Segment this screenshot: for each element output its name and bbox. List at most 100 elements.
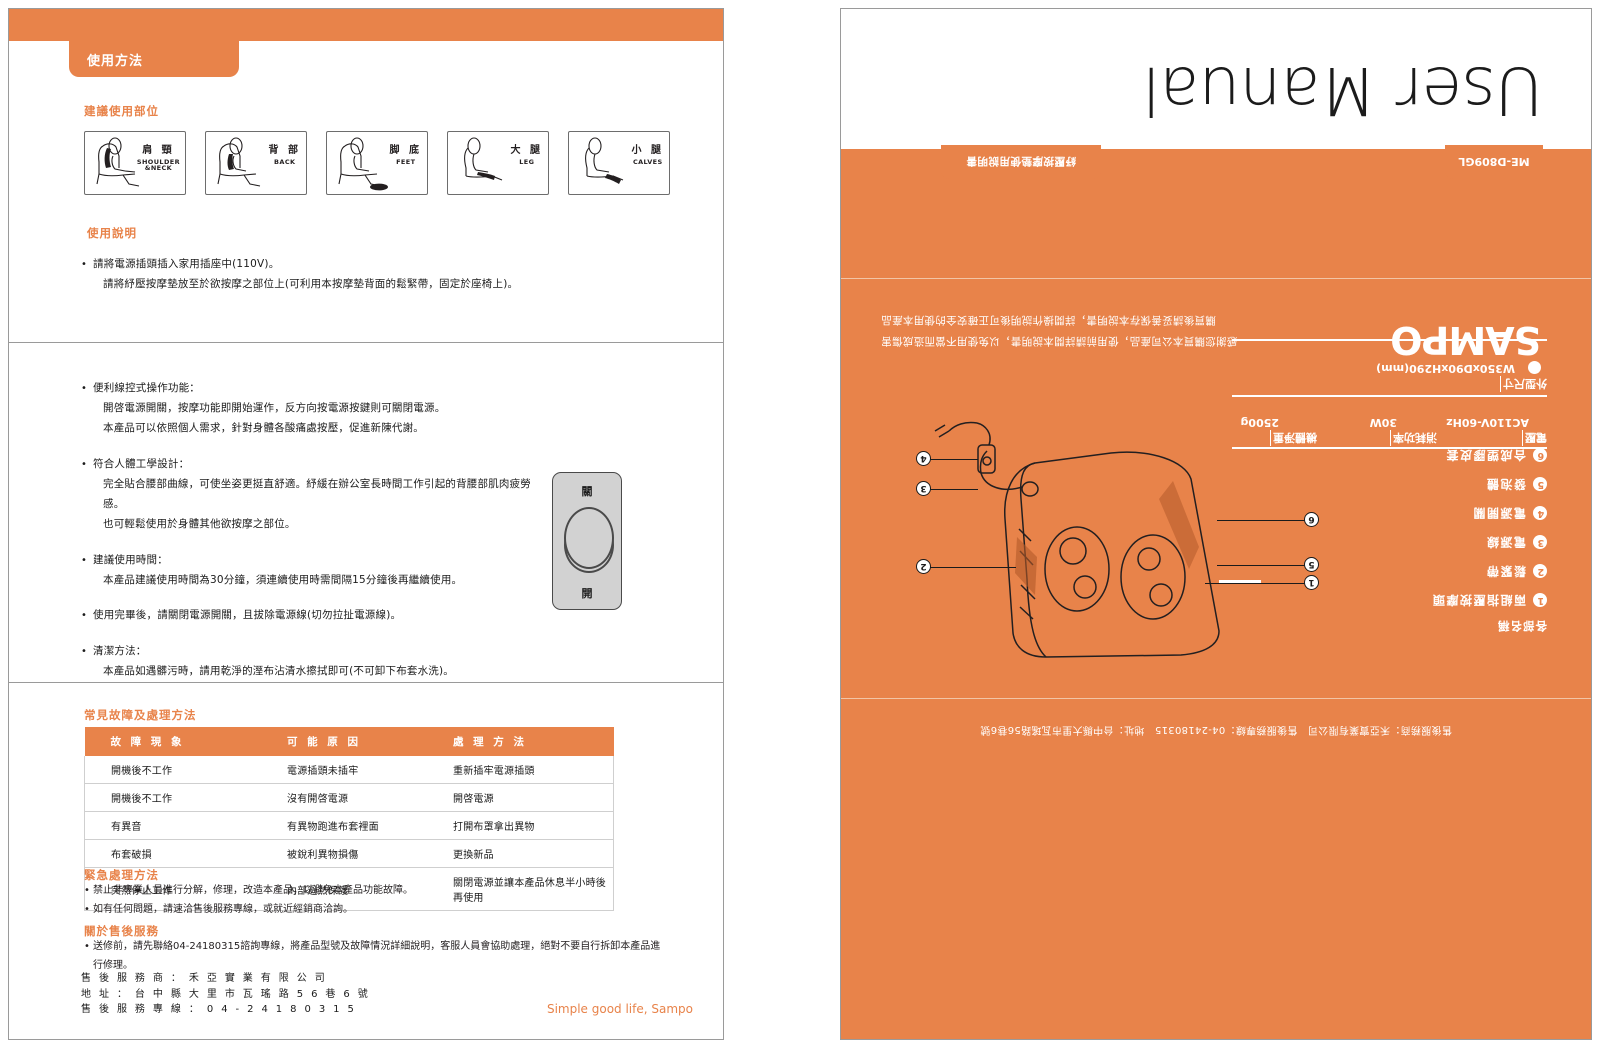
troubleshooting-heading: 常見故障及處理方法 (84, 708, 197, 722)
dimension-label-row: 外型尺寸 (1227, 375, 1547, 393)
parts-list-number: 1 (1533, 593, 1547, 608)
troubleshooting-section: 常見故障及處理方法 故 障 現 象 可 能 原 因 處 理 方 法 開機後不工作… (9, 682, 723, 1040)
callout-3: 3 (916, 481, 931, 496)
cover-notice-line: 感謝您購買本公司產品，使用前請詳閱本說明書，以免使用不當而造成傷害 (881, 335, 1238, 347)
feature-line: 完全貼合腰部曲線，可使坐姿更挺直舒適。紓緩在辦公室長時間工作引起的背腰部肌肉疲勞… (103, 477, 531, 510)
feature-line: 本產品可以依照個人需求，針對身體各酸痛處按壓，促進新陳代謝。 (103, 421, 424, 434)
callout-5: 5 (1304, 557, 1319, 572)
service-hotline: 售 後 服 務 專 線 ： 0 4 - 2 4 1 8 0 3 1 5 (81, 1004, 357, 1015)
table-row: 開機後不工作 電源插頭未插牢 重新插牢電源插頭 (84, 756, 614, 784)
spec-value-voltage: AC110V-60Hz (1446, 416, 1529, 429)
spec-value-power: 30W (1369, 416, 1397, 429)
part-zh: 小 腿 (631, 145, 664, 156)
cell-symptom: 開機後不工作 (84, 756, 261, 784)
spec-rule-bottom (1232, 395, 1547, 397)
part-zh: 肩 頸 (142, 145, 175, 156)
feature-item-1: 符合人體工學設計： 完全貼合腰部曲線，可使坐姿更挺直舒適。紓緩在辦公室長時間工作… (81, 455, 541, 535)
cell-cause: 沒有開啓電源 (261, 783, 427, 812)
chair-leg-icon (464, 137, 503, 181)
hand-controller-illustration: 關 開 (552, 472, 622, 610)
spec-value-row: AC110V-60Hz 30W 2500g (1227, 409, 1547, 429)
parts-list-item: 5 發泡體 (1431, 476, 1547, 493)
parts-list-title: 各部名稱 (1497, 619, 1547, 633)
part-en: CALVES (632, 157, 663, 166)
feature-line: 開啓電源開關，按摩功能即開始運作，反方向按電源按鍵則可關閉電源。 (103, 401, 446, 414)
cell-cause: 被銳利異物損傷 (261, 839, 427, 868)
parts-list-number: 3 (1533, 535, 1547, 550)
usage-line-1: 請將電源插頭插入家用插座中(110V)。 (93, 258, 280, 270)
features-list: 便利線控式操作功能： 開啓電源開關，按摩功能即開始運作，反方向按電源按鍵則可關閉… (81, 379, 541, 682)
usage-instructions-block: 請將電源插頭插入家用插座中(110V)。 請將紓壓按摩墊放至於欲按摩之部位上(可… (81, 255, 681, 298)
model-number-tab: ME-D809GL (1445, 145, 1543, 179)
parts-list-number: 4 (1533, 506, 1547, 521)
feature-line: 本產品如遇髒污時，請用乾淨的溼布沾清水擦拭即可(不可卸下布套水洗)。 (103, 665, 454, 678)
callout-4: 4 (916, 451, 931, 466)
callout-line-1 (1205, 583, 1305, 584)
feature-title: 使用完畢後，請關閉電源開關，且拔除電源線(切勿拉扯電源線)。 (93, 609, 402, 622)
controller-knob[interactable] (564, 507, 614, 569)
left-page: 使用方法 建議使用部位 肩 頸 SHOULDER &NECK 背 部 BACK … (8, 8, 724, 1040)
parts-list-number: 5 (1533, 477, 1547, 492)
cell-symptom: 開機後不工作 (84, 783, 261, 812)
col-symptom: 故 障 現 象 (84, 727, 261, 756)
spec-label-weight: 機體淨重 (1270, 430, 1317, 446)
callout-line-5 (1217, 565, 1305, 566)
parts-list-number: 6 (1533, 448, 1547, 463)
parts-list-label: 鬆緊帶 (1485, 564, 1526, 578)
part-label-back: 背 部 BACK (269, 145, 301, 166)
recommended-areas-section: 建議使用部位 肩 頸 SHOULDER &NECK 背 部 BACK 脚 底 F… (9, 9, 723, 342)
chair-feet-icon (338, 137, 388, 191)
feature-line: 也可輕鬆使用於身體其他欲按摩之部位。 (103, 517, 296, 530)
spec-label-dimensions: 外型尺寸 (1500, 376, 1547, 392)
service-company: 售 後 服 務 商 ： 禾 亞 實 業 有 限 公 司 (81, 973, 328, 984)
col-solution: 處 理 方 法 (427, 727, 614, 756)
cell-symptom: 有異音 (84, 811, 261, 840)
table-row: 開機後不工作 沒有開啓電源 開啓電源 (84, 783, 614, 812)
emergency-line: 如有任何問題，請速洽售後服務專線，或就近經銷商洽詢。 (84, 900, 644, 919)
part-en: BACK (274, 157, 296, 166)
emergency-line: 禁止非專業人員進行分解，修理，改造本產品，以避免本產品功能故障。 (84, 881, 644, 900)
part-en: LEG (519, 157, 535, 166)
cell-solution: 開啓電源 (427, 783, 614, 812)
feature-item-0: 便利線控式操作功能： 開啓電源開關，按摩功能即開始運作，反方向按電源按鍵則可關閉… (81, 379, 541, 439)
parts-name-list: 各部名稱 1 兩組指壓按摩頭 2 鬆緊帶 3 電源線 4 電源開關 5 發泡體 (1431, 435, 1547, 634)
recommended-areas-icon-row: 肩 頸 SHOULDER &NECK 背 部 BACK 脚 底 FEET 大 腿… (84, 131, 670, 195)
part-zh: 脚 底 (389, 145, 422, 156)
part-zh: 大 腿 (510, 145, 543, 156)
feature-item-3: 使用完畢後，請關閉電源開關，且拔除電源線(切勿拉扯電源線)。 (81, 606, 541, 626)
after-sales-line: 送修前，請先聯絡04-24180315諮詢專線，將產品型號及故障情況詳細說明，客… (84, 937, 664, 975)
callout-line-6 (1217, 520, 1305, 521)
brand-slogan: Simple good life, Sampo (546, 1002, 693, 1016)
parts-list-label: 發泡體 (1485, 477, 1526, 491)
parts-list-item: 6 合成塑膠皮套 (1431, 447, 1547, 464)
part-card-feet: 脚 底 FEET (326, 131, 428, 195)
parts-list-number: 2 (1533, 564, 1547, 579)
col-cause: 可 能 原 因 (261, 727, 427, 756)
feature-title: 建議使用時間： (93, 553, 168, 566)
part-label-feet: 脚 底 FEET (389, 145, 422, 165)
right-page-rotated-content: User Manual ME-D809GL 紓壓按摩墊使用說明書 SAMPO 感… (841, 9, 1591, 1039)
part-label-shoulder: 肩 頸 SHOULDER &NECK (137, 145, 180, 172)
parts-list-item: 3 電源線 (1431, 534, 1547, 551)
cover-notice-line: 購買後請妥善保存本說明書，詳閱操作說明後可正確安全的使用本產品 (881, 314, 1216, 326)
part-label-calves: 小 腿 CALVES (631, 145, 664, 166)
callout-line-4 (930, 459, 978, 460)
cell-solution: 打開布罩拿出異物 (427, 811, 614, 840)
parts-list-label: 合成塑膠皮套 (1444, 448, 1526, 462)
part-card-shoulder: 肩 頸 SHOULDER &NECK (84, 131, 186, 195)
cover-divider-2 (841, 698, 1591, 699)
product-category-tab: 紓壓按摩墊使用說明書 (941, 145, 1101, 179)
part-label-leg: 大 腿 LEG (510, 145, 543, 166)
service-footer: 售 後 服 務 商 ： 禾 亞 實 業 有 限 公 司 地 址 ： 台 中 縣 … (81, 971, 370, 1018)
feature-item-2: 建議使用時間： 本產品建議使用時間為30分鐘，須連續使用時需間隔15分鐘後再繼續… (81, 551, 541, 591)
usage-bullet: 請將電源插頭插入家用插座中(110V)。 請將紓壓按摩墊放至於欲按摩之部位上(可… (81, 255, 681, 295)
cover-notice: 感謝您購買本公司產品，使用前請詳閱本說明書，以免使用不當而造成傷害 購買後請妥善… (881, 309, 1237, 351)
controller-off-label: 關 (581, 485, 593, 498)
parts-list-item: 4 電源開關 (1431, 505, 1547, 522)
parts-list-item: 2 鬆緊帶 (1431, 563, 1547, 580)
recommended-areas-heading: 建議使用部位 (84, 104, 159, 118)
parts-list-label: 兩組指壓按摩頭 (1431, 593, 1526, 607)
parts-list-item: 1 兩組指壓按摩頭 (1431, 592, 1547, 609)
spec-rule-bottom-2 (1232, 339, 1547, 341)
table-header-row: 故 障 現 象 可 能 原 因 處 理 方 法 (84, 727, 614, 756)
